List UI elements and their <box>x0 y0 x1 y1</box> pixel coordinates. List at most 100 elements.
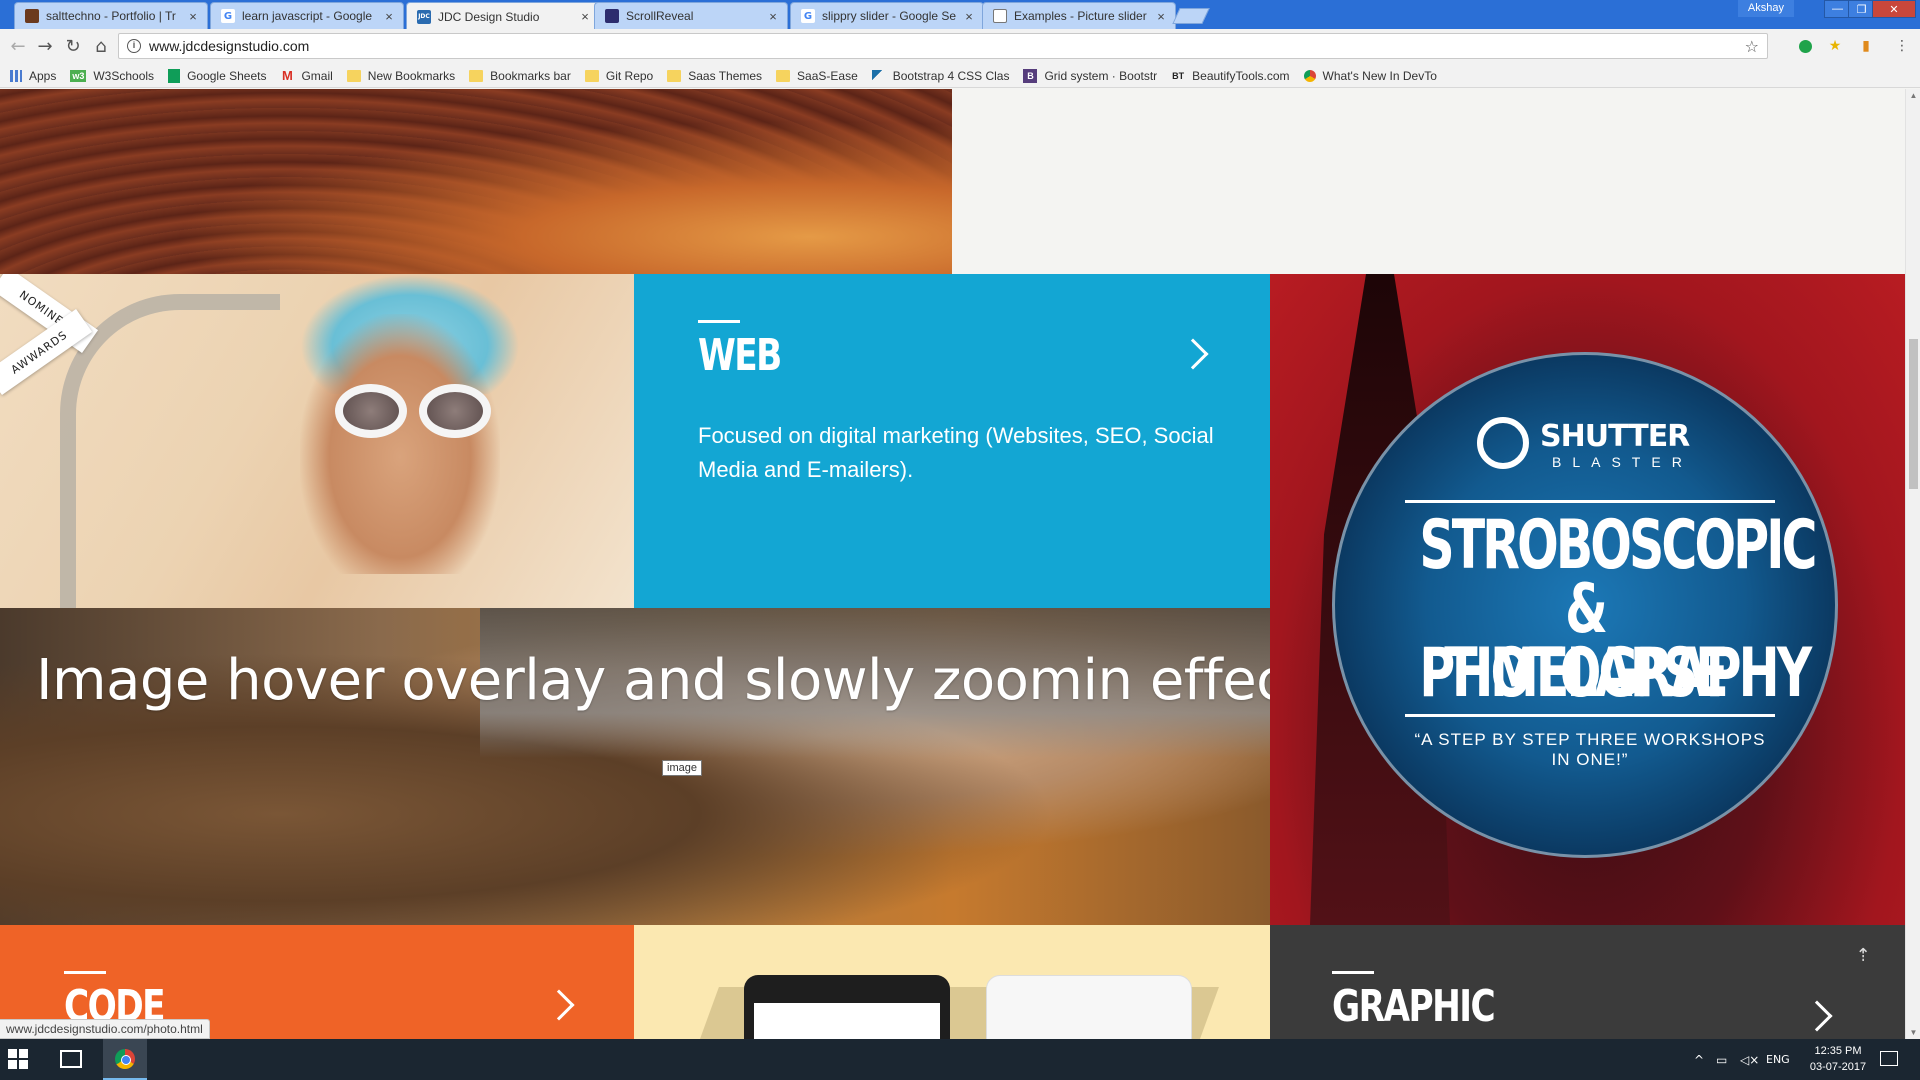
bookmark-label: W3Schools <box>93 68 155 83</box>
jdc-favicon-icon: JDC <box>417 9 431 24</box>
poster-rule-bottom <box>1405 714 1775 717</box>
network-icon[interactable]: ▭ <box>1716 1039 1727 1080</box>
poster-rule-top <box>1405 500 1775 503</box>
address-url[interactable]: www.jdcdesignstudio.com <box>149 38 1745 54</box>
tablet-dark-shape <box>744 975 950 1039</box>
bookmarks-bar: Apps w3 W3Schools Google Sheets M Gmail … <box>0 64 1920 88</box>
graphic-chevron-right-icon[interactable] <box>1801 1000 1833 1032</box>
windows-start-icon[interactable] <box>8 1049 30 1071</box>
clock-time: 12:35 PM <box>1814 1045 1862 1057</box>
window-close-icon[interactable]: ✕ <box>1872 0 1916 18</box>
web-chevron-right-icon[interactable] <box>1177 338 1209 370</box>
chrome-taskbar-button[interactable] <box>103 1039 147 1080</box>
shutter-logo-icon <box>1477 417 1529 469</box>
back-icon[interactable]: ← <box>6 34 30 58</box>
tab-salttechno[interactable]: salttechno - Portfolio | Tr × <box>14 2 208 29</box>
volume-muted-icon[interactable]: ◁× <box>1740 1039 1759 1080</box>
bookmark-google-sheets[interactable]: Google Sheets <box>168 68 266 83</box>
code-chevron-right-icon[interactable] <box>543 989 575 1021</box>
tab-close-icon[interactable]: × <box>187 9 199 24</box>
new-tab-button[interactable] <box>1172 8 1210 24</box>
scroll-to-top-icon[interactable]: ⇡ <box>1851 945 1875 969</box>
bookmark-bookmarks-bar[interactable]: Bookmarks bar <box>469 69 571 83</box>
portrait-photo-tile[interactable]: NOMINEE AWWARDS <box>0 274 634 608</box>
bookmark-apps[interactable]: Apps <box>10 69 56 83</box>
bookmark-label: Git Repo <box>605 68 654 83</box>
extension-star-icon[interactable]: ★ <box>1827 38 1843 54</box>
tab-jdc-design-studio[interactable]: JDC JDC Design Studio × <box>406 2 600 30</box>
canyon-photo[interactable] <box>0 89 952 274</box>
bookmark-w3schools[interactable]: w3 W3Schools <box>70 69 154 83</box>
beautifytools-icon: BT <box>1172 70 1185 81</box>
tab-title: Examples - Picture slider <box>1014 9 1147 23</box>
tab-scrollreveal[interactable]: ScrollReveal × <box>594 2 788 29</box>
screen: salttechno - Portfolio | Tr × G learn ja… <box>0 0 1920 1080</box>
bookmark-star-icon[interactable]: ☆ <box>1745 37 1759 56</box>
clock-date: 03-07-2017 <box>1809 1061 1867 1073</box>
system-clock[interactable]: 12:35 PM 03-07-2017 <box>1800 1043 1876 1075</box>
camel-photo-tile[interactable]: Image hover overlay and slowly zoomin ef… <box>0 608 1270 925</box>
page-favicon-icon <box>993 9 1007 23</box>
tab-strip: salttechno - Portfolio | Tr × G learn ja… <box>0 0 1920 30</box>
tab-title: slippry slider - Google Se <box>822 9 957 23</box>
maximize-icon[interactable]: ❐ <box>1848 0 1875 18</box>
graphic-service-tile[interactable]: GRAPHIC ⇡ <box>1270 925 1905 1039</box>
windows-taskbar: ^ ▭ ◁× ENG 12:35 PM 03-07-2017 <box>0 1039 1920 1080</box>
bookmark-grid-system[interactable]: B Grid system · Bootstr <box>1023 68 1157 83</box>
tab-close-icon[interactable]: × <box>579 9 591 24</box>
tray-chevron-icon[interactable]: ^ <box>1694 1039 1704 1080</box>
chrome-icon <box>115 1049 135 1069</box>
home-icon[interactable]: ⌂ <box>89 34 113 58</box>
bookmark-bootstrap4-css[interactable]: Bootstrap 4 CSS Clas <box>871 69 1009 83</box>
tab-close-icon[interactable]: × <box>963 9 975 24</box>
tab-learn-javascript[interactable]: G learn javascript - Google × <box>210 2 404 29</box>
scroll-up-icon[interactable]: ▲ <box>1906 91 1920 100</box>
bookmark-label: Bookmarks bar <box>490 68 571 83</box>
tab-slippry-slider[interactable]: G slippry slider - Google Se × <box>790 2 984 29</box>
hover-overlay-caption: Image hover overlay and slowly zoomin ef… <box>36 648 1270 713</box>
awwards-nominee-ribbon[interactable]: NOMINEE AWWARDS <box>0 274 99 396</box>
google-favicon-icon: G <box>221 9 235 23</box>
poster-tagline: “A STEP BY STEP THREE WORKSHOPS IN ONE!” <box>1414 730 1766 769</box>
bookmark-saas-ease[interactable]: SaaS-Ease <box>776 69 858 83</box>
chrome-menu-icon[interactable]: ⋮ <box>1894 38 1910 54</box>
tab-title: JDC Design Studio <box>438 9 540 24</box>
poster-headline-line1: STROBOSCOPIC <box>1419 506 1817 585</box>
folder-icon <box>584 69 599 82</box>
devices-photo-tile[interactable] <box>634 925 1270 1039</box>
tab-picture-slider[interactable]: Examples - Picture slider × <box>982 2 1176 29</box>
reload-icon[interactable]: ↻ <box>61 34 85 58</box>
shutter-blaster-poster[interactable]: SHUTTER BLASTER STROBOSCOPIC & TIMELAPSE… <box>1270 274 1905 925</box>
page-viewport: NOMINEE AWWARDS WEB Focused on digital m… <box>0 89 1905 1039</box>
bookmark-label: Apps <box>29 68 57 83</box>
scroll-down-icon[interactable]: ▼ <box>1906 1028 1920 1037</box>
bookmark-whats-new-devtools[interactable]: What's New In DevTo <box>1303 69 1437 83</box>
tab-close-icon[interactable]: × <box>1155 9 1167 24</box>
pool-rail-shape <box>60 294 280 608</box>
profile-button[interactable]: Akshay <box>1737 0 1794 17</box>
forward-icon[interactable]: → <box>33 34 57 58</box>
scrollbar-thumb[interactable] <box>1909 339 1918 489</box>
bookmark-label: Saas Themes <box>688 68 763 83</box>
tablet-light-shape <box>986 975 1192 1039</box>
extension-brush-icon[interactable]: ▮ <box>1858 38 1874 54</box>
minimize-icon[interactable]: — <box>1824 0 1851 18</box>
bookmark-gmail[interactable]: M Gmail <box>280 68 333 83</box>
extension-green-dot-icon[interactable] <box>1797 38 1813 54</box>
language-indicator[interactable]: ENG <box>1766 1039 1790 1080</box>
action-center-icon[interactable] <box>1880 1051 1898 1066</box>
page-scrollbar[interactable]: ▲ ▼ <box>1905 89 1920 1039</box>
salttechno-favicon-icon <box>25 9 39 23</box>
address-bar[interactable]: i www.jdcdesignstudio.com ☆ <box>118 33 1768 59</box>
bookmark-new-bookmarks[interactable]: New Bookmarks <box>346 69 455 83</box>
site-info-icon[interactable]: i <box>127 39 141 53</box>
web-service-tile[interactable]: WEB Focused on digital marketing (Websit… <box>634 274 1270 608</box>
task-view-icon[interactable] <box>60 1050 82 1068</box>
chrome-icon <box>1303 69 1316 82</box>
web-description: Focused on digital marketing (Websites, … <box>698 423 1214 482</box>
bookmark-git-repo[interactable]: Git Repo <box>584 68 654 83</box>
bookmark-beautifytools[interactable]: BT BeautifyTools.com <box>1171 69 1289 83</box>
tab-close-icon[interactable]: × <box>767 9 779 24</box>
bookmark-saas-themes[interactable]: Saas Themes <box>667 69 762 83</box>
tab-close-icon[interactable]: × <box>383 9 395 24</box>
